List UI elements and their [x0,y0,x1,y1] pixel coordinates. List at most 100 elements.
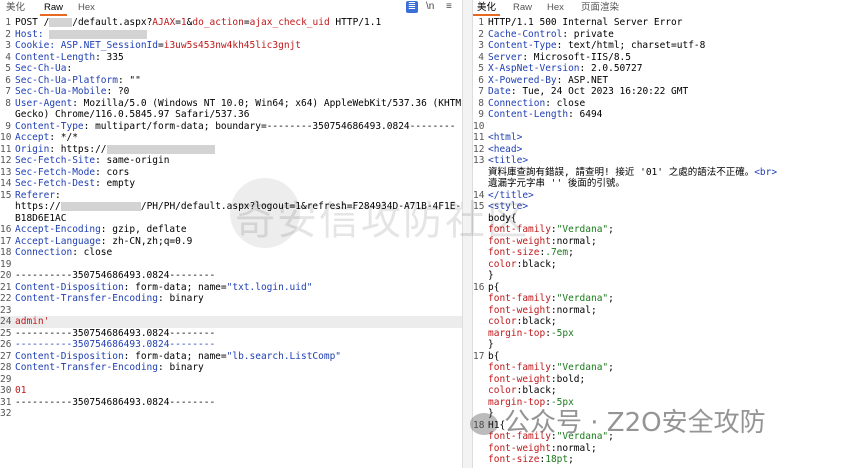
code-line: 10 [473,121,865,133]
code-line: 11Origin: https://xxxxxxxxxxxxxxxxxxx [0,144,462,156]
code-token: Content-Transfer-Encoding [15,362,158,373]
line-number: 2 [5,28,11,40]
line-number: 16 [0,224,12,235]
code-line: 7 Date: Tue, 24 Oct 2023 16:20:22 GMT [473,86,865,98]
line-number: 30 [0,385,12,396]
code-line: 9 Content-Type: multipart/form-data; boun… [0,121,462,133]
code-token: </title> [488,189,534,201]
line-content: } [488,339,865,351]
line-content: font-family:"Verdana"; [488,362,865,374]
line-content: HTTP/1.1 500 Internal Server Error [488,17,865,29]
line-number: 10 [0,132,12,143]
code-line: 15 <style> [473,201,865,213]
request-tab-bar: 美化 Raw Hex ≣ \n ≡ [0,0,462,16]
line-number: 2 [478,28,484,40]
code-token: Content-Length [15,51,96,63]
line-number: 19 [0,258,12,270]
line-content: Accept-Language: zh-CN,zh;q=0.9 [15,236,462,248]
code-token: : */* [49,132,78,143]
code-line: 資料庫查詢有錯誤, 請查明! 接近 '01' 之處的語法不正確。<br> [473,167,865,179]
code-token: } [488,339,494,350]
line-content: <title> [488,155,865,167]
response-editor[interactable]: 1 HTTP/1.1 500 Internal Server Error 2 Cach… [473,17,865,466]
response-tab-raw[interactable]: Raw [513,1,532,14]
line-number: 12 [473,143,485,155]
code-line: 5 X-AspNet-Version: 2.0.50727 [473,63,865,75]
code-token: <br> [754,166,778,178]
code-token: admin' [15,316,50,327]
request-tab-pretty[interactable]: 美化 [6,1,25,14]
menu-icon[interactable]: ≡ [446,1,452,13]
line-number: 6 [5,74,11,86]
response-tab-render[interactable]: 页面渲染 [581,1,619,14]
response-tab-hex[interactable]: Hex [547,1,564,14]
line-content: Cookie: ASP.NET_SessionId=i3uw5s453nw4kh… [15,40,462,52]
line-content: font-weight:normal; [488,236,865,248]
code-token: : "" [117,74,141,86]
code-token: Accept-Language [15,235,101,247]
line-content: User-Agent: Mozilla/5.0 (Windows NT 10.0… [15,98,462,110]
code-line: 5 Sec-Ch-Ua: [0,63,462,75]
code-line: 21 Content-Disposition: form-data; name="… [0,282,462,294]
line-number: 6 [478,74,484,86]
code-token: Origin [15,143,50,155]
code-token: -5px [550,396,574,408]
code-line: } [473,270,865,282]
code-line: font-family:"Verdana"; [473,224,865,236]
response-tab-bar: 美化 Raw Hex 页面渲染 [473,0,865,16]
line-number: 27 [0,350,12,362]
line-content: ----------350754686493.0824-------- [15,339,462,351]
newline-icon[interactable]: \n [426,1,434,13]
code-token: User-Agent [15,97,73,109]
line-content: font-family:"Verdana"; [488,431,865,443]
code-token: : Microsoft-IIS/8.5 [522,51,631,63]
code-line: margin-top:-5px [473,397,865,409]
line-content: Cache-Control: private [488,29,865,41]
code-line: 25 ----------350754686493.0824-------- [0,328,462,340]
code-token: :bold; [550,373,586,385]
response-pane: 美化 Raw Hex 页面渲染 1 HTTP/1.1 500 Internal S… [473,0,865,468]
line-content: } [488,408,865,420]
code-line: 3 Content-Type: text/html; charset=utf-8 [473,40,865,52]
code-token: : empty [95,178,136,189]
code-token: Accept-Encoding [15,224,101,235]
code-line: 23 [0,305,462,317]
line-content: Content-Type: text/html; charset=utf-8 [488,40,865,52]
code-line: B18D6E1AC [0,213,462,225]
code-line: 14 Sec-Fetch-Dest: empty [0,178,462,190]
wrap-icon[interactable]: ≣ [406,1,418,13]
code-token: :black; [516,385,557,396]
line-number: 8 [478,97,484,109]
code-line: font-weight:bold; [473,374,865,386]
code-line: 15 Referer: [0,190,462,202]
code-line: 3 Cookie: ASP.NET_SessionId=i3uw5s453nw4k… [0,40,462,52]
code-token: : binary [158,293,204,304]
code-token: ; [608,431,614,442]
code-line: 1 POST /xxxx/default.aspx?AJAX=1&do_actio… [0,17,462,29]
line-number: 5 [5,63,11,74]
code-token: <title> [488,155,529,166]
line-number: 26 [0,339,12,350]
request-tab-hex[interactable]: Hex [78,1,95,14]
pane-divider[interactable] [462,0,473,468]
code-token: Gecko) Chrome/116.0.5845.97 Safari/537.3… [15,109,250,120]
line-content: Content-Type: multipart/form-data; bound… [15,121,462,133]
line-content: <html> [488,132,865,144]
line-number: 22 [0,293,12,304]
line-content: font-weight:normal; [488,305,865,317]
line-content: ----------350754686493.0824-------- [15,328,462,340]
request-tab-raw[interactable]: Raw [39,1,68,16]
line-content: Content-Disposition: form-data; name="lb… [15,351,462,363]
code-token: Content-Disposition [15,350,124,362]
request-editor[interactable]: 1 POST /xxxx/default.aspx?AJAX=1&do_actio… [0,17,462,420]
line-content: H1{ [488,420,865,432]
response-tab-pretty[interactable]: 美化 [473,1,501,16]
code-token: :normal; [550,442,597,454]
line-content: Sec-Fetch-Mode: cors [15,167,462,179]
code-line: 12 <head> [473,144,865,156]
code-token: Connection [15,247,73,258]
code-token: : close [545,97,586,109]
code-token: Date [488,86,511,97]
line-number: 16 [473,281,485,293]
code-line: 30 01 [0,385,462,397]
